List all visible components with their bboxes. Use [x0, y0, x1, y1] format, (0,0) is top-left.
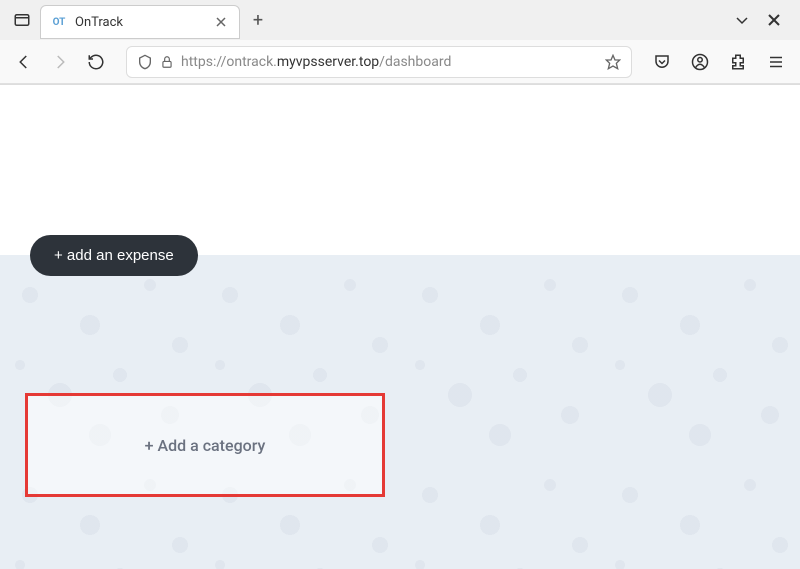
page-content: + add an expense + Add a category: [0, 85, 800, 569]
back-button[interactable]: [10, 48, 38, 76]
lock-icon: [159, 54, 175, 70]
url-text: https://ontrack.myvpsserver.top/dashboar…: [181, 54, 599, 70]
nav-bar: https://ontrack.myvpsserver.top/dashboar…: [0, 40, 800, 84]
add-expense-button[interactable]: + add an expense: [30, 235, 198, 276]
shield-icon: [137, 54, 153, 70]
extensions-icon[interactable]: [724, 48, 752, 76]
new-tab-button[interactable]: +: [244, 6, 272, 34]
tab-close-button[interactable]: [213, 14, 229, 30]
sidebar-toggle-button[interactable]: [8, 6, 36, 34]
account-icon[interactable]: [686, 48, 714, 76]
browser-tab[interactable]: OT OnTrack: [40, 5, 240, 39]
bookmark-star-icon[interactable]: [605, 54, 621, 70]
reload-button[interactable]: [82, 48, 110, 76]
forward-button[interactable]: [46, 48, 74, 76]
pocket-icon[interactable]: [648, 48, 676, 76]
add-category-label: + Add a category: [145, 436, 266, 455]
tab-title: OnTrack: [75, 15, 205, 30]
url-bar[interactable]: https://ontrack.myvpsserver.top/dashboar…: [126, 46, 632, 78]
tabs-dropdown-button[interactable]: [732, 10, 752, 30]
browser-chrome: OT OnTrack +: [0, 0, 800, 85]
menu-icon[interactable]: [762, 48, 790, 76]
window-close-button[interactable]: [764, 10, 784, 30]
tab-favicon-icon: OT: [51, 14, 67, 30]
tab-bar: OT OnTrack +: [0, 0, 800, 40]
hero-area: [0, 85, 800, 255]
add-category-card[interactable]: + Add a category: [25, 393, 385, 497]
